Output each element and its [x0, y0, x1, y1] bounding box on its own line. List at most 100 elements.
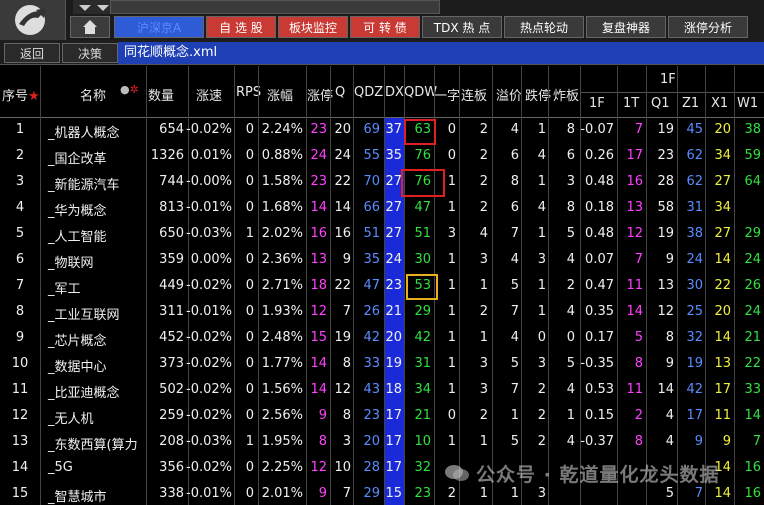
header-speed[interactable]: 涨速 — [196, 85, 222, 104]
cell-yijia: 5 — [510, 434, 519, 449]
cell-lianban: 1 — [479, 486, 488, 501]
cell-yijia: 7 — [510, 304, 519, 319]
table-row[interactable]: 4 _华为概念 813 -0.01% 0 1.68% 14 14 66 27 47 1 2 6 4 8 0.18… — [0, 196, 764, 222]
header-q[interactable]: Q — [335, 85, 345, 100]
cell-x1: 13 — [714, 356, 731, 371]
app-logo[interactable] — [0, 0, 66, 40]
cell-yijia: 8 — [510, 174, 519, 189]
settings-dot-icon[interactable]: ●✲ — [120, 83, 139, 96]
header-t1[interactable]: 1T — [623, 96, 639, 111]
table-row[interactable]: 12 _无人机 259 -0.02% 0 2.56% 9 8 23 17 21 0 2 1 2 1 0.15 2 4… — [0, 404, 764, 430]
tab-1[interactable]: 自 选 股 — [206, 16, 276, 38]
header-zhaban[interactable]: 炸板 — [553, 85, 579, 104]
cell-dieting: 1 — [537, 304, 546, 319]
tab-0[interactable]: 沪深京A — [114, 16, 204, 38]
cell-z1: 62 — [686, 174, 703, 189]
cell-f1: 0.53 — [585, 382, 614, 397]
cell-pct: 1.56% — [261, 382, 303, 397]
cell-zt: 15 — [310, 330, 327, 345]
cell-yizi: 3 — [447, 226, 456, 241]
cell-name: _比亚迪概念 — [48, 386, 120, 401]
header-x1[interactable]: X1 — [711, 96, 728, 111]
tab-5[interactable]: 热点轮动 — [504, 16, 584, 38]
cell-name: _军工 — [48, 282, 81, 297]
cell-qdw: 23 — [414, 486, 431, 501]
cell-speed: -0.02% — [186, 122, 232, 137]
tab-2[interactable]: 板块监控 — [278, 16, 348, 38]
cell-name: _机器人概念 — [48, 126, 120, 141]
cell-dx: 27 — [385, 200, 402, 215]
header-lianban[interactable]: 连板 — [461, 85, 487, 104]
cell-z1: 30 — [686, 278, 703, 293]
cell-name: _无人机 — [48, 412, 94, 427]
cell-w1: 21 — [744, 330, 761, 345]
table-row[interactable]: 8 _工业互联网 311 -0.01% 0 1.93% 12 7 26 21 29 1 2 7 1 4 0.35… — [0, 300, 764, 326]
cell-dx: 19 — [385, 356, 402, 371]
cell-q: 8 — [342, 408, 351, 423]
table-row[interactable]: 13 _东数西算(算力 208 -0.03% 1 1.95% 8 3 20 17 10 1 1 5 2 4 -0… — [0, 430, 764, 456]
header-qty[interactable]: 数量 — [148, 85, 174, 104]
table-row[interactable]: 3 _新能源汽车 744 -0.00% 0 1.58% 23 22 70 27 76 1 2 8 1 3 0.4… — [0, 170, 764, 196]
cell-q: 24 — [334, 148, 351, 163]
header-w1[interactable]: W1 — [737, 96, 758, 111]
home-icon — [83, 20, 97, 34]
cell-speed: -0.01% — [186, 304, 232, 319]
table-row[interactable]: 10 _数据中心 373 -0.02% 0 1.77% 14 8 33 19 31 1 3 5 3 5 -0.3… — [0, 352, 764, 378]
header-name[interactable]: 名称 — [80, 85, 106, 104]
cell-seq: 15 — [11, 486, 29, 501]
tab-6[interactable]: 复盘神器 — [586, 16, 666, 38]
table-row[interactable]: 11 _比亚迪概念 502 -0.02% 0 1.56% 14 12 43 18 34 1 3 7 2 4 0.… — [0, 378, 764, 404]
cell-dieting: 1 — [537, 226, 546, 241]
cell-yizi: 1 — [447, 434, 456, 449]
cell-seq: 13 — [11, 434, 29, 449]
table-row[interactable]: 1 _机器人概念 654 -0.02% 0 2.24% 23 20 69 37 63 0 2 4 1 8 -0.… — [0, 118, 764, 144]
tab-3[interactable]: 可 转 债 — [350, 16, 420, 38]
cell-pct: 2.56% — [261, 408, 303, 423]
tab-4[interactable]: TDX 热 点 — [422, 16, 502, 38]
cell-speed: -0.01% — [186, 200, 232, 215]
cell-yijia: 5 — [510, 278, 519, 293]
header-qdz[interactable]: QDZ — [354, 85, 383, 100]
cell-z1: 9 — [694, 434, 703, 449]
header-q1[interactable]: Q1 — [651, 96, 670, 111]
cell-zhaban: 3 — [566, 174, 575, 189]
cell-f1: -0.07 — [580, 122, 614, 137]
header-seq[interactable]: 序号★ — [2, 85, 40, 104]
table-row[interactable]: 9 _芯片概念 452 -0.02% 0 2.48% 15 19 42 20 42 1 1 4 0 0 0.17… — [0, 326, 764, 352]
back-button[interactable]: 返回 — [4, 43, 60, 63]
header-qdw[interactable]: QDW — [404, 85, 437, 100]
cell-t1: 7 — [634, 122, 643, 137]
cell-seq: 14 — [11, 460, 29, 475]
cell-f1: -0.35 — [580, 356, 614, 371]
table-row[interactable]: 2 _国企改革 1326 0.01% 0 0.88% 24 24 55 35 76 0 2 6 4 6 0.26… — [0, 144, 764, 170]
table-row[interactable]: 5 _人工智能 650 -0.03% 1 2.02% 16 16 51 27 51 3 4 7 1 5 0.48… — [0, 222, 764, 248]
cell-yizi: 1 — [447, 174, 456, 189]
cell-yizi: 1 — [447, 304, 456, 319]
home-button[interactable] — [70, 16, 110, 38]
cell-pct: 2.36% — [261, 252, 303, 267]
cell-lianban: 1 — [479, 278, 488, 293]
cell-qdw: 10 — [414, 434, 431, 449]
cell-yizi: 1 — [447, 252, 456, 267]
header-yizi[interactable]: 一字 — [434, 85, 460, 104]
cell-yijia: 1 — [510, 486, 519, 501]
table-row[interactable]: 7 _军工 449 -0.02% 0 2.71% 18 22 47 23 53 1 1 5 1 2 0.47 11… — [0, 274, 764, 300]
tab-7[interactable]: 涨停分析 — [668, 16, 748, 38]
title-scrollbar[interactable] — [110, 0, 440, 14]
dropdown-arrow-icon[interactable] — [73, 0, 113, 14]
cell-x1: 27 — [714, 174, 731, 189]
table-row[interactable]: 6 _物联网 359 0.00% 0 2.36% 13 9 35 24 30 1 3 4 3 4 0.07 7 9 2… — [0, 248, 764, 274]
cell-yijia: 7 — [510, 382, 519, 397]
cell-zt: 12 — [310, 460, 327, 475]
header-yijia[interactable]: 溢价 — [496, 85, 522, 104]
header-pct[interactable]: 涨幅 — [267, 85, 293, 104]
cell-zt: 24 — [310, 148, 327, 163]
cell-qdw: 21 — [414, 408, 431, 423]
cell-lianban: 3 — [479, 252, 488, 267]
cell-dieting: 1 — [537, 174, 546, 189]
cell-pct: 2.01% — [261, 486, 303, 501]
header-z1[interactable]: Z1 — [682, 96, 699, 111]
decision-button[interactable]: 决策 — [62, 43, 118, 63]
header-dx[interactable]: DX — [385, 85, 404, 100]
header-f1[interactable]: 1F — [589, 96, 605, 111]
